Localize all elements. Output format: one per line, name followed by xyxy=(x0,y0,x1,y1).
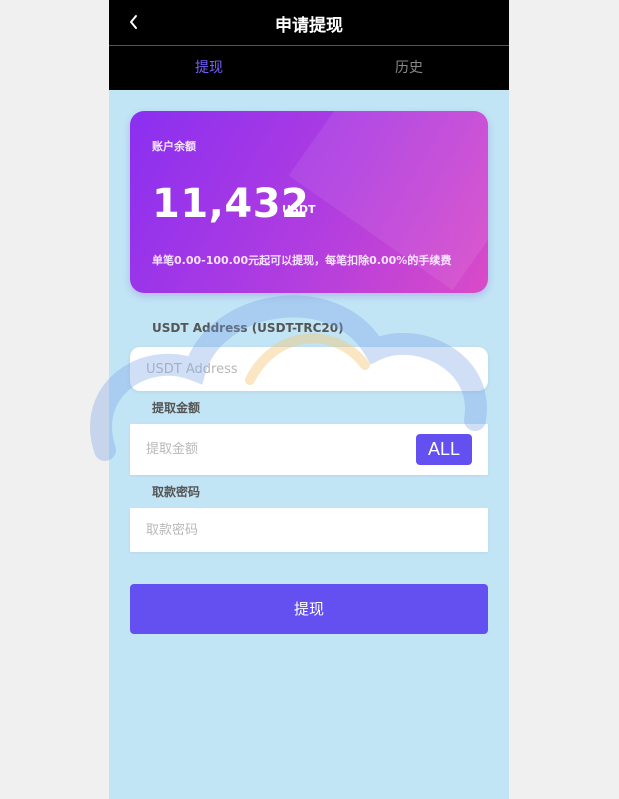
phone-screen: 申请提现 提现 历史 账户余额 11,432 USDT 单笔0.00-100.0… xyxy=(109,0,509,799)
amount-label: 提取金额 xyxy=(152,401,201,415)
password-input[interactable] xyxy=(146,508,406,552)
balance-unit: USDT xyxy=(282,203,316,216)
tab-history[interactable]: 历史 xyxy=(309,46,509,90)
app-header: 申请提现 xyxy=(109,0,509,46)
balance-card: 账户余额 11,432 USDT 单笔0.00-100.00元起可以提现，每笔扣… xyxy=(130,111,488,293)
fee-note: 单笔0.00-100.00元起可以提现，每笔扣除0.00%的手续费 xyxy=(152,254,452,267)
password-field xyxy=(130,508,488,552)
address-field xyxy=(130,347,488,391)
tab-withdraw[interactable]: 提现 xyxy=(109,46,309,90)
amount-field: ALL xyxy=(130,424,488,475)
password-label: 取款密码 xyxy=(152,485,201,499)
balance-label: 账户余额 xyxy=(152,140,196,153)
submit-button[interactable]: 提现 xyxy=(130,584,488,634)
address-label: USDT Address (USDT-TRC20) xyxy=(152,321,344,335)
tab-bar: 提现 历史 xyxy=(109,46,509,90)
all-button[interactable]: ALL xyxy=(416,434,472,465)
page-title: 申请提现 xyxy=(275,16,343,36)
amount-input[interactable] xyxy=(146,424,406,475)
address-input[interactable] xyxy=(146,347,406,391)
